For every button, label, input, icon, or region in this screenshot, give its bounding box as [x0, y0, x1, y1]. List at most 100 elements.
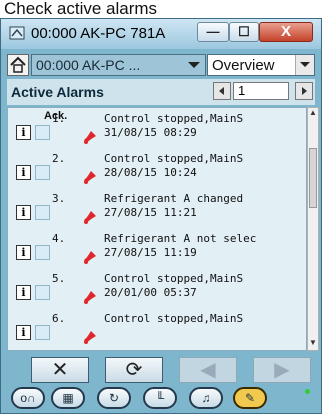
alarm-message: Control stopped,MainS [104, 272, 244, 285]
alarm-row[interactable]: i 3. Refrigerant A changed 27/08/15 11:21 [8, 188, 306, 228]
alarm-number: 6. [52, 312, 66, 325]
refresh-icon: ⟳ [125, 359, 143, 381]
view-dropdown-arrow[interactable] [295, 55, 314, 75]
refresh-button[interactable]: ⟳ [105, 357, 163, 383]
grid-icon: ▦ [62, 391, 74, 405]
home-icon [10, 56, 26, 73]
info-button[interactable]: i [16, 125, 31, 140]
ack-checkbox[interactable] [35, 125, 50, 140]
app-window: 00:000 AK-PC 781A — ☐ X 00:000 AK-PC ...… [0, 18, 322, 414]
alarm-time: 31/08/15 08:29 [104, 126, 197, 139]
device-select-value: 00:000 AK-PC ... [36, 57, 141, 73]
ack-checkbox[interactable] [35, 285, 50, 300]
alarm-time: 20/01/00 05:37 [104, 286, 197, 299]
page-next-button[interactable] [295, 82, 313, 100]
ack-checkbox[interactable] [35, 205, 50, 220]
chevron-right-icon [302, 87, 307, 95]
chevron-down-icon [188, 62, 200, 68]
title-bar: 00:000 AK-PC 781A — ☐ X [1, 19, 321, 49]
alarm-bell-icon [84, 291, 96, 304]
alarm-message: Control stopped,MainS [104, 112, 244, 125]
close-icon: X [280, 23, 291, 40]
info-button[interactable]: i [16, 205, 31, 220]
next-button[interactable]: ▶ [253, 357, 311, 383]
window-title: 00:000 AK-PC 781A [31, 25, 166, 42]
alarm-list[interactable]: Ack. i 1. Control stopped,MainS 31/08/15 08… [7, 107, 307, 351]
info-button[interactable]: i [16, 325, 31, 340]
alarm-number: 1. [52, 112, 66, 125]
alarm-bell-icon [84, 251, 96, 264]
chevron-left-icon [219, 87, 224, 95]
alarm-bell-icon [84, 211, 96, 224]
alarm-time: 27/08/15 11:19 [104, 246, 197, 259]
scroll-down-icon[interactable]: ▼ [308, 338, 318, 350]
chevron-down-icon [300, 62, 310, 67]
previous-button[interactable]: ◀ [179, 357, 237, 383]
alarm-number: 4. [52, 232, 66, 245]
alarm-number: 5. [52, 272, 66, 285]
scroll-up-icon[interactable]: ▲ [308, 108, 318, 120]
alarm-bell-icon [84, 131, 96, 144]
bell-icon: ♫ [201, 391, 211, 405]
app-icon [9, 26, 25, 40]
toolbar: 00:000 AK-PC ... Overview [7, 54, 315, 78]
alarm-row[interactable]: i 1. Control stopped,MainS 31/08/15 08:29 [8, 108, 306, 148]
arrow-right-icon: ▶ [274, 359, 290, 381]
ack-checkbox[interactable] [35, 165, 50, 180]
list-header: Active Alarms 1 [7, 79, 315, 105]
device-dropdown-arrow[interactable] [183, 55, 205, 75]
alarm-row[interactable]: i 2. Control stopped,MainS 28/08/15 10:24 [8, 148, 306, 188]
close-icon: ✕ [51, 359, 69, 381]
page-number-field[interactable]: 1 [233, 82, 289, 100]
alarm-row[interactable]: i 5. Control stopped,MainS 20/01/00 05:37 [8, 268, 306, 308]
view-select[interactable]: Overview [207, 54, 315, 76]
alarm-row[interactable]: i 6. Control stopped,MainS [8, 308, 306, 348]
alarm-message: Control stopped,MainS [104, 152, 244, 165]
alarm-number: 3. [52, 192, 66, 205]
alarm-time: 27/08/15 11:21 [104, 206, 197, 219]
nav-fans-button[interactable]: ᴏ∩ [11, 387, 45, 409]
device-select[interactable]: 00:000 AK-PC ... [31, 54, 206, 76]
fans-icon: ᴏ∩ [20, 391, 36, 405]
nav-grid-button[interactable]: ▦ [51, 387, 85, 409]
page-number: 1 [238, 83, 246, 98]
scroll-thumb[interactable] [309, 148, 317, 208]
page-title: Active Alarms [11, 84, 104, 100]
wrench-icon: ✎ [244, 391, 256, 405]
alarm-list-scrollbar[interactable]: ▲ ▼ [307, 107, 319, 351]
alarm-message: Refrigerant A not selec [104, 232, 257, 245]
view-select-value: Overview [212, 57, 275, 74]
info-button[interactable]: i [16, 165, 31, 180]
minimize-icon: — [206, 24, 220, 39]
caption-text: Check active alarms [4, 0, 158, 18]
bottom-nav: ᴏ∩ ▦ ↻ ╙ ♫ ✎ [7, 387, 317, 413]
alarm-row[interactable]: i 4. Refrigerant A not selec 27/08/15 11:19 [8, 228, 306, 268]
alarm-time: 28/08/15 10:24 [104, 166, 197, 179]
ack-checkbox[interactable] [35, 245, 50, 260]
close-button[interactable]: X [259, 22, 313, 42]
maximize-icon: ☐ [238, 24, 250, 39]
page-prev-button[interactable] [213, 82, 231, 100]
clear-alarm-button[interactable]: ✕ [31, 357, 89, 383]
ack-checkbox[interactable] [35, 325, 50, 340]
alarm-message: Refrigerant A changed [104, 192, 244, 205]
alarm-message: Control stopped,MainS [104, 312, 244, 325]
cycle-icon: ↻ [108, 391, 120, 405]
nav-service-button[interactable]: ✎ [233, 387, 267, 409]
alarm-bell-icon [84, 331, 96, 344]
maximize-button[interactable]: ☐ [229, 22, 259, 42]
alarm-number: 2. [52, 152, 66, 165]
status-dot [305, 389, 310, 394]
arrow-left-icon: ◀ [200, 359, 216, 381]
chart-icon: ╙ [155, 391, 165, 405]
info-button[interactable]: i [16, 245, 31, 260]
nav-chart-button[interactable]: ╙ [143, 387, 177, 409]
home-button[interactable] [7, 54, 29, 76]
info-button[interactable]: i [16, 285, 31, 300]
action-bar: ✕ ⟳ ◀ ▶ [31, 357, 311, 383]
nav-cycle-button[interactable]: ↻ [97, 387, 131, 409]
caption: Check active alarms [0, 0, 322, 18]
alarm-bell-icon [84, 171, 96, 184]
minimize-button[interactable]: — [197, 22, 229, 42]
nav-alarms-button[interactable]: ♫ [189, 387, 223, 409]
